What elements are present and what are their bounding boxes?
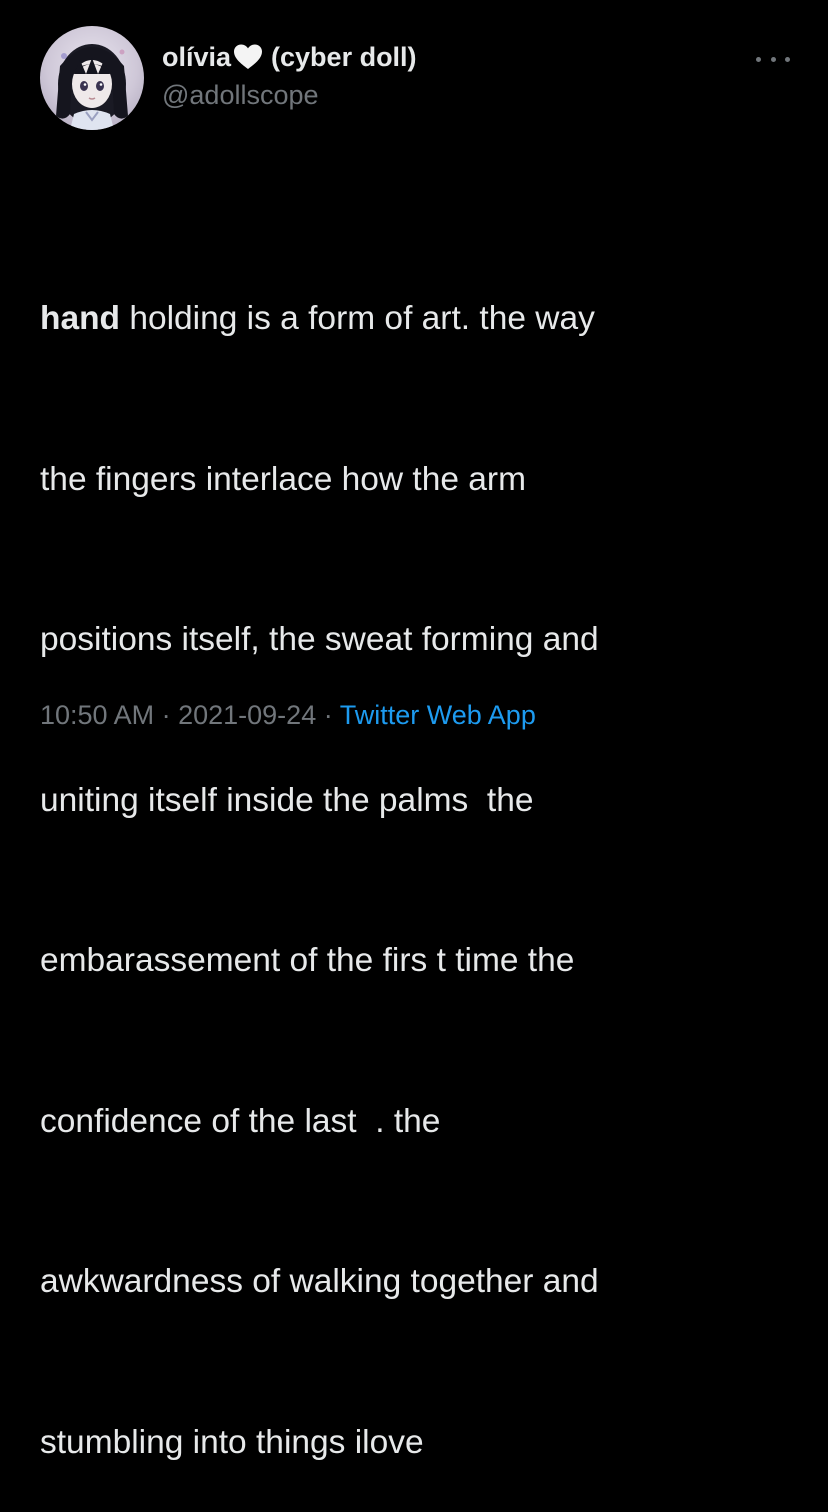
tweet-line: uniting itself inside the palms the: [40, 781, 534, 819]
tweet-source-link[interactable]: Twitter Web App: [340, 700, 536, 730]
user-handle[interactable]: @adollscope: [162, 80, 417, 111]
avatar[interactable]: [40, 26, 144, 130]
more-horizontal-icon-dot: [770, 56, 776, 62]
author-names: olívia (cyber doll) @adollscope: [162, 40, 417, 111]
tweet-first-word: hand: [40, 300, 121, 337]
display-name[interactable]: olívia: [162, 42, 231, 73]
tweet-line: the fingers interlace how the arm: [40, 460, 526, 498]
meta-separator: ·: [161, 700, 179, 730]
display-name-row[interactable]: olívia (cyber doll): [162, 40, 417, 74]
tweet-card: olívia (cyber doll) @adollscope hand hol…: [0, 0, 828, 1461]
more-horizontal-icon-dot: [756, 56, 761, 62]
tweet-line: confidence of the last . the: [40, 1102, 441, 1140]
tweet-header: olívia (cyber doll) @adollscope: [40, 26, 790, 132]
white-heart-icon: [233, 43, 263, 71]
tweet-date[interactable]: 2021-09-24: [178, 700, 316, 730]
more-horizontal-icon-dot: [785, 56, 790, 62]
tweet-line: awkwardness of walking together and: [40, 1263, 599, 1300]
more-options-button[interactable]: [756, 52, 790, 66]
tweet-line: stumbling into things ilove: [40, 1423, 424, 1461]
anime-girl-avatar-icon: [56, 44, 128, 130]
tweet-line: embarassement of the firs t time the: [40, 942, 575, 979]
tweet-line: positions itself, the sweat forming and: [40, 621, 599, 658]
meta-separator: ·: [323, 700, 340, 730]
tweet-text: hand holding is a form of art. the way t…: [40, 185, 800, 1512]
display-name-suffix[interactable]: (cyber doll): [271, 42, 417, 73]
tweet-line-text: holding is a form of art. the way: [120, 300, 595, 337]
tweet-metadata: 10:50 AM · 2021-09-24 · Twitter Web App: [40, 700, 536, 731]
tweet-time[interactable]: 10:50 AM: [40, 700, 154, 730]
tweet-line: hand holding is a form of art. the way: [40, 292, 800, 346]
